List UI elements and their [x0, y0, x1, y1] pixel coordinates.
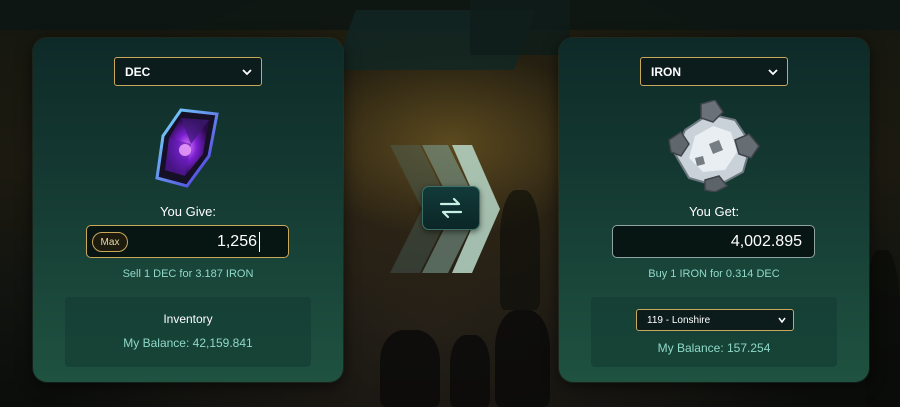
max-button[interactable]: Max [92, 232, 128, 252]
region-select-value: 119 - Lonshire [647, 314, 711, 326]
get-token-select-value: IRON [651, 64, 681, 79]
region-select[interactable]: 119 - Lonshire [636, 309, 794, 331]
give-label: You Give: [160, 204, 216, 219]
give-balance: My Balance: 42,159.841 [123, 336, 253, 350]
buy-rate-text: Buy 1 IRON for 0.314 DEC [648, 268, 780, 280]
give-token-select[interactable]: DEC [114, 57, 262, 86]
get-token-select[interactable]: IRON [640, 57, 788, 86]
chevron-down-icon [778, 317, 786, 324]
text-caret [259, 231, 260, 252]
get-panel: IRON You Get: 4,002.895 Buy 1 IRON for 0… [559, 38, 869, 382]
get-balance: My Balance: 157.254 [657, 341, 771, 355]
region-box: 119 - Lonshire My Balance: 157.254 [591, 297, 837, 367]
sell-rate-text: Sell 1 DEC for 3.187 IRON [122, 268, 254, 280]
inventory-box: Inventory My Balance: 42,159.841 [65, 297, 311, 367]
inventory-title: Inventory [163, 312, 213, 326]
get-label: You Get: [688, 204, 740, 219]
swap-arrows-icon [439, 197, 463, 219]
give-amount-input[interactable]: Max 1,256 [86, 225, 289, 258]
give-panel: DEC You Give: Max 1,256 Sell 1 DEC for 3… [33, 38, 343, 382]
swap-button[interactable] [422, 186, 480, 230]
chevron-down-icon [242, 69, 252, 76]
give-token-select-value: DEC [125, 64, 151, 79]
chevron-down-icon [768, 69, 778, 76]
dec-crystal-icon [155, 108, 219, 188]
iron-ore-icon [668, 100, 760, 192]
get-amount-value: 4,002.895 [730, 232, 802, 250]
give-amount-value: 1,256 [216, 232, 257, 250]
get-amount-output: 4,002.895 [612, 225, 815, 258]
